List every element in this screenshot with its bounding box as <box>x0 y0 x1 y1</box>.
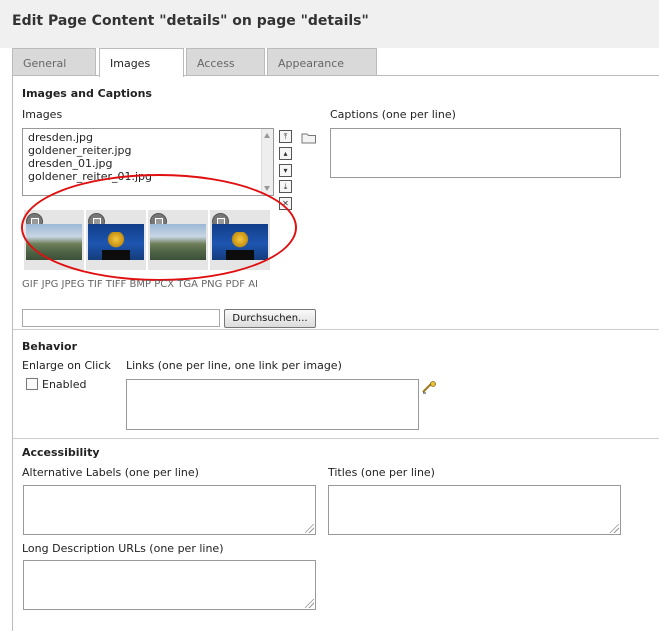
resize-grip-icon[interactable] <box>305 599 314 608</box>
images-label: Images <box>22 108 63 121</box>
page-header: Edit Page Content "details" on page "det… <box>0 0 659 48</box>
long-description-textarea[interactable] <box>23 560 316 610</box>
link-wizard-icon[interactable] <box>421 381 437 394</box>
image-thumbnail[interactable] <box>24 210 84 270</box>
long-description-label: Long Description URLs (one per line) <box>22 542 224 555</box>
titles-textarea[interactable] <box>328 485 621 535</box>
tab-images[interactable]: Images <box>99 48 184 77</box>
dresden-thumbnail <box>150 224 206 260</box>
resize-grip-icon[interactable] <box>305 524 314 533</box>
page-title: Edit Page Content "details" on page "det… <box>12 13 369 29</box>
images-file-list[interactable]: dresden.jpg goldener_reiter.jpg dresden_… <box>22 128 274 196</box>
scroll-up-icon[interactable] <box>264 133 270 138</box>
enlarge-label: Enlarge on Click <box>22 359 111 372</box>
file-list-item[interactable]: goldener_reiter.jpg <box>28 144 268 157</box>
file-list-scrollbar[interactable] <box>261 129 273 195</box>
enabled-label: Enabled <box>42 378 87 391</box>
scroll-down-icon[interactable] <box>264 186 270 191</box>
enabled-checkbox[interactable] <box>26 378 38 390</box>
goldener-reiter-thumbnail <box>212 224 268 260</box>
image-thumbnail[interactable] <box>148 210 208 270</box>
file-list-item[interactable]: dresden_01.jpg <box>28 157 268 170</box>
file-list-item[interactable]: dresden.jpg <box>28 131 268 144</box>
image-thumbnail[interactable] <box>210 210 270 270</box>
behavior-heading: Behavior <box>22 340 78 353</box>
image-thumbnail[interactable] <box>86 210 146 270</box>
upload-file-field[interactable] <box>22 309 220 327</box>
form-panel: Images and Captions Images Captions (one… <box>12 75 659 631</box>
browse-button[interactable]: Durchsuchen... <box>224 309 316 328</box>
move-up-icon[interactable]: ▴ <box>279 147 292 160</box>
tab-appearance[interactable]: Appearance <box>267 48 377 76</box>
dresden-thumbnail <box>26 224 82 260</box>
browse-folder-icon[interactable] <box>301 131 317 144</box>
tab-bar: General Images Access Appearance <box>0 48 659 77</box>
resize-grip-icon[interactable] <box>610 524 619 533</box>
move-down-icon[interactable]: ▾ <box>279 164 292 177</box>
file-list-item[interactable]: goldener_reiter_01.jpg <box>28 170 268 183</box>
move-bottom-icon[interactable]: ⤓ <box>279 180 292 193</box>
tab-general[interactable]: General <box>12 48 96 76</box>
allowed-file-types: GIF JPG JPEG TIF TIFF BMP PCX TGA PNG PD… <box>22 279 258 290</box>
remove-icon[interactable]: ✕ <box>279 197 292 210</box>
images-captions-heading: Images and Captions <box>22 87 152 100</box>
alternative-labels-textarea[interactable] <box>23 485 316 535</box>
accessibility-heading: Accessibility <box>22 446 100 459</box>
captions-textarea[interactable] <box>330 128 621 178</box>
move-top-icon[interactable]: ⤒ <box>279 130 292 143</box>
links-textarea[interactable] <box>126 379 419 430</box>
captions-label: Captions (one per line) <box>330 108 456 121</box>
section-divider <box>13 438 659 439</box>
section-divider <box>13 329 659 330</box>
links-label: Links (one per line, one link per image) <box>126 359 342 372</box>
tab-access[interactable]: Access <box>186 48 265 76</box>
alternative-labels-label: Alternative Labels (one per line) <box>22 466 199 479</box>
titles-label: Titles (one per line) <box>328 466 435 479</box>
goldener-reiter-thumbnail <box>88 224 144 260</box>
